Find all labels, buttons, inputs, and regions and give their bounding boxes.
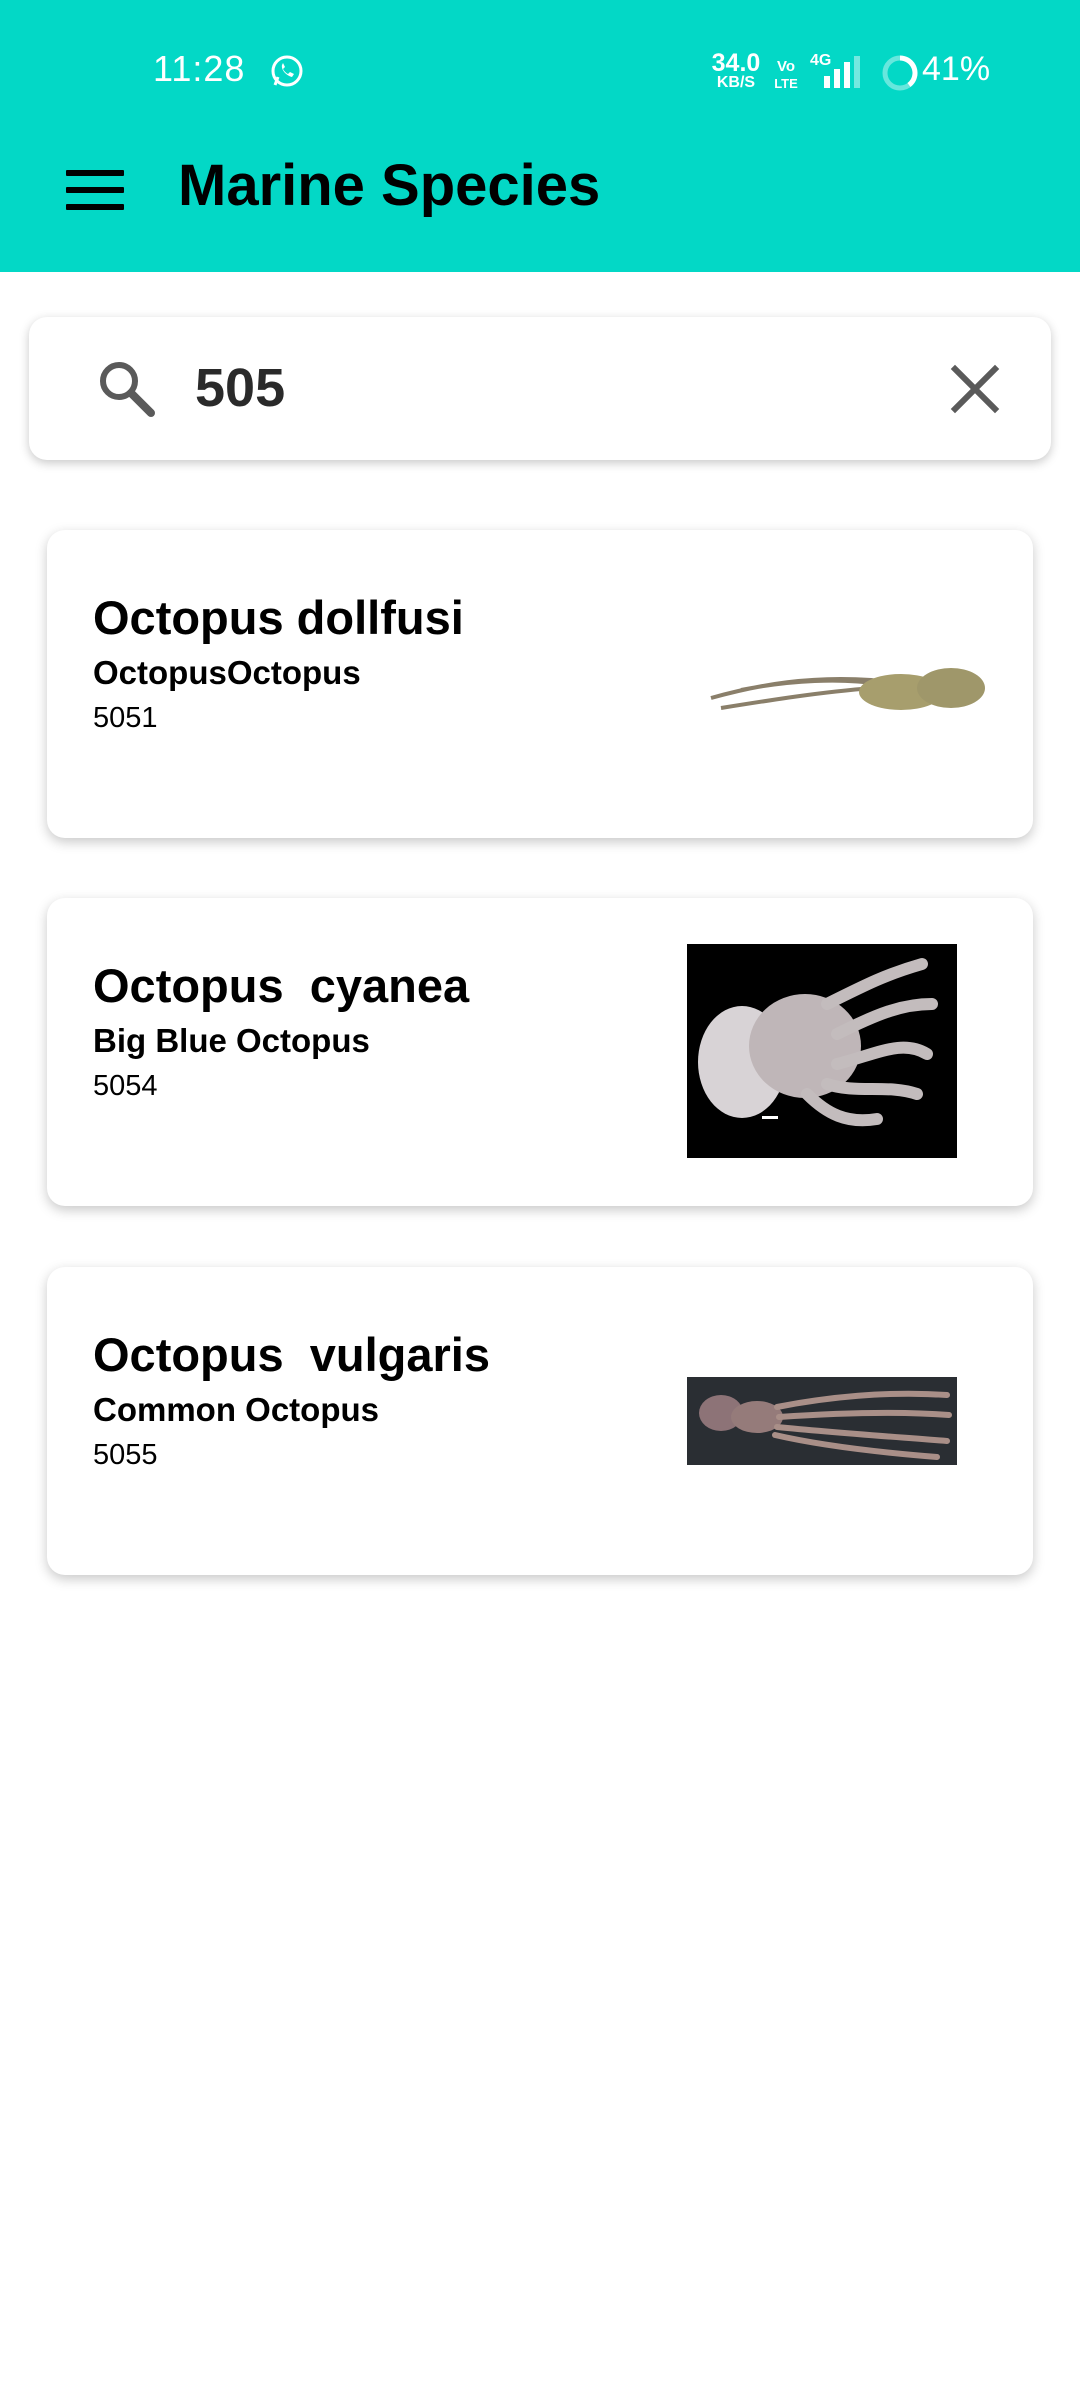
signal-icon: [824, 56, 860, 88]
species-common-name: Common Octopus: [93, 1391, 379, 1428]
octopus-dollfusi-photo: [701, 636, 1003, 732]
search-icon: [100, 362, 155, 417]
octopus-cyanea-photo: [687, 944, 957, 1158]
species-card[interactable]: Octopus vulgaris Common Octopus 5055: [47, 1267, 1033, 1575]
species-name: Octopus cyanea: [93, 959, 470, 1012]
species-common-name: OctopusOctopus: [93, 654, 361, 691]
app-bar: 11:28 34.0 KB/S Vo LTE 4G 41% Marine Spe…: [0, 0, 1080, 272]
species-name: Octopus vulgaris: [93, 1328, 490, 1381]
species-code: 5055: [93, 1439, 158, 1471]
octopus-vulgaris-photo: [687, 1377, 957, 1465]
battery-icon: [882, 55, 918, 91]
species-card[interactable]: Octopus cyanea Big Blue Octopus 5054: [47, 898, 1033, 1206]
species-code: 5051: [93, 702, 158, 734]
close-icon[interactable]: [947, 361, 1003, 417]
page-title: Marine Species: [178, 153, 601, 218]
species-card[interactable]: Octopus dollfusi OctopusOctopus 5051: [47, 530, 1033, 838]
volte-indicator: Vo LTE: [774, 58, 798, 91]
network-speed: 34.0 KB/S: [711, 49, 761, 92]
species-common-name: Big Blue Octopus: [93, 1022, 370, 1059]
status-bar: 11:28 34.0 KB/S Vo LTE 4G 41%: [0, 0, 1080, 140]
battery-percentage: 41%: [922, 50, 991, 88]
hamburger-menu-icon[interactable]: [66, 170, 124, 210]
species-name: Octopus dollfusi: [93, 591, 464, 644]
search-bar: [29, 317, 1051, 460]
whatsapp-icon: [271, 55, 303, 87]
status-time: 11:28: [153, 48, 246, 89]
species-code: 5054: [93, 1070, 158, 1102]
search-input[interactable]: [195, 345, 915, 431]
